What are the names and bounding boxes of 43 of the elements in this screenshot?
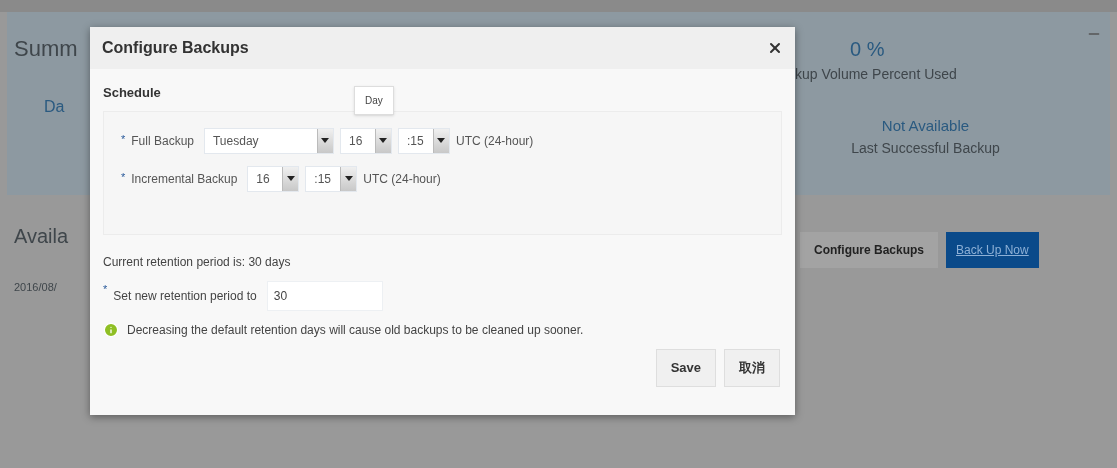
caret-icon	[433, 128, 449, 153]
info-icon	[103, 321, 119, 338]
configure-button[interactable]: Configure Backups	[800, 232, 938, 268]
dialog-title: Configure Backups	[102, 38, 249, 58]
dropdown-value: :15	[313, 170, 333, 188]
time-zone-label: UTC (24-hour)	[456, 132, 534, 150]
save-button[interactable]: Save	[655, 348, 716, 387]
section-title: Availa	[14, 224, 70, 249]
dropdown-value: 16	[348, 132, 364, 150]
field-label: Set new retention period to	[113, 287, 257, 305]
dropdown[interactable]: Tuesday	[204, 127, 334, 154]
stat-value: Not Available	[881, 116, 970, 136]
field-label: Incremental Backup	[131, 170, 238, 188]
dropdown[interactable]: :15	[398, 127, 450, 154]
cancel-button[interactable]: 取消	[724, 348, 780, 387]
table-cell-text: 2016/08/	[14, 280, 58, 295]
required-mark: *	[121, 169, 126, 185]
required-mark: *	[121, 131, 126, 147]
caret-icon	[282, 166, 299, 191]
section-title: Schedule	[103, 84, 161, 102]
dropdown[interactable]: 16	[247, 165, 300, 192]
stat-label: Last Successful Backup	[851, 138, 1000, 158]
retention-text: Current retention period is: 30 days	[103, 253, 292, 271]
time-zone-label: UTC (24-hour)	[363, 170, 441, 188]
close-icon[interactable]	[767, 40, 783, 56]
tooltip: Day	[354, 85, 394, 115]
dropdown[interactable]: :15	[305, 165, 358, 192]
caret-icon	[340, 166, 357, 191]
back-up-button[interactable]: Back Up Now	[946, 232, 1039, 268]
retention-input[interactable]: 30	[266, 280, 383, 311]
required-mark: *	[103, 281, 108, 297]
dropdown-value: :15	[406, 132, 425, 150]
dropdown-value: 16	[255, 170, 271, 188]
dropdown-value: Tuesday	[212, 132, 260, 150]
info-message: Decreasing the default retention days will cause old backups to be cleaned up sooner.	[127, 321, 584, 339]
summary-value: Da	[43, 97, 66, 117]
caret-icon	[375, 128, 391, 153]
field-label: Full Backup	[131, 132, 194, 150]
caret-icon	[317, 128, 333, 153]
dropdown[interactable]: 16	[340, 127, 392, 154]
stat-value: 0 %	[850, 37, 885, 62]
stat-label: kup Volume Percent Used	[795, 65, 957, 84]
panel-title: Summ	[14, 35, 79, 63]
